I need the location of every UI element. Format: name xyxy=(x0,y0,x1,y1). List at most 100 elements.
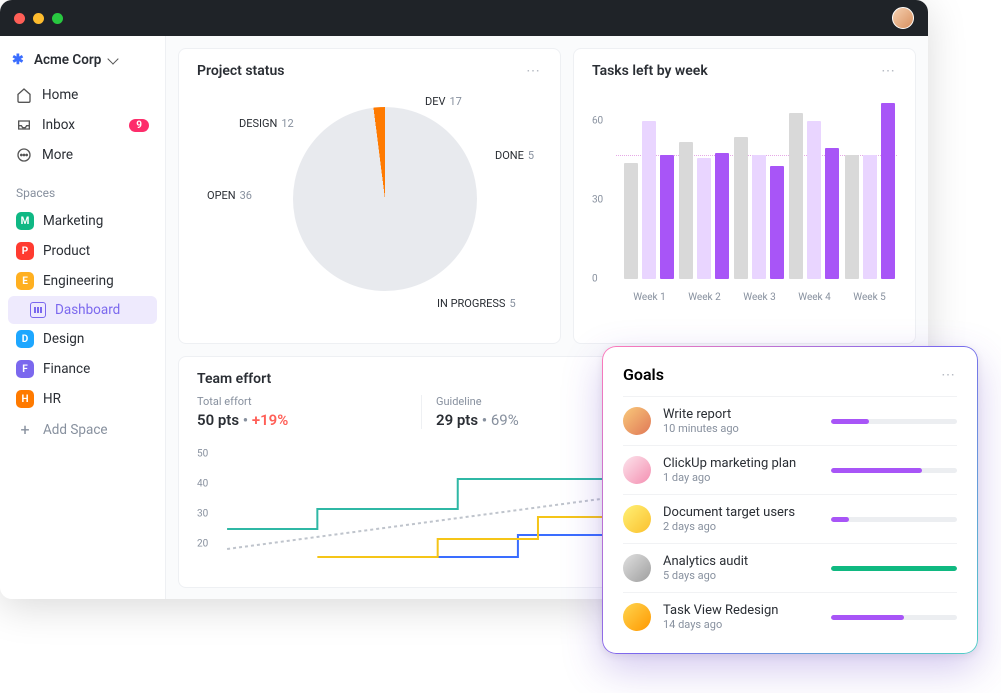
add-space-button[interactable]: + Add Space xyxy=(8,414,157,445)
close-window-icon[interactable] xyxy=(14,13,25,24)
x-tick-label: Week 4 xyxy=(787,292,842,303)
space-label: Marketing xyxy=(43,213,103,229)
space-icon: P xyxy=(16,242,34,260)
sidebar-item-design[interactable]: D Design xyxy=(8,324,157,354)
nav-more-label: More xyxy=(42,147,73,163)
bar xyxy=(863,155,877,279)
goal-avatar xyxy=(623,603,651,631)
bar xyxy=(807,121,821,279)
tasks-left-card: Tasks left by week ⋯ 03060 Week 1Week 2W… xyxy=(573,48,916,344)
goal-name: Task View Redesign xyxy=(663,603,819,618)
card-menu-button[interactable]: ⋯ xyxy=(526,63,542,79)
y-tick-label: 0 xyxy=(592,274,598,285)
bar-group xyxy=(787,95,842,279)
goal-progress xyxy=(831,615,957,620)
goal-progress xyxy=(831,468,957,473)
goal-progress xyxy=(831,419,957,424)
space-label: Engineering xyxy=(43,273,114,289)
bar-group xyxy=(842,95,897,279)
space-icon: M xyxy=(16,212,34,230)
sidebar-item-marketing[interactable]: M Marketing xyxy=(8,206,157,236)
y-tick-label: 20 xyxy=(197,539,208,550)
pie-label: OPEN36 xyxy=(207,189,252,202)
nav-home-label: Home xyxy=(42,87,78,103)
card-menu-button[interactable]: ⋯ xyxy=(941,367,957,383)
space-icon: F xyxy=(16,360,34,378)
space-label: Design xyxy=(43,331,84,347)
more-icon xyxy=(16,147,32,163)
y-tick-label: 30 xyxy=(592,195,603,206)
sidebar-item-dashboard[interactable]: Dashboard xyxy=(8,296,157,324)
x-tick-label: Week 5 xyxy=(842,292,897,303)
goal-avatar xyxy=(623,505,651,533)
y-tick-label: 50 xyxy=(197,449,208,460)
space-label: Finance xyxy=(43,361,90,377)
bar xyxy=(715,153,729,279)
minimize-window-icon[interactable] xyxy=(33,13,44,24)
goal-progress xyxy=(831,566,957,571)
nav-more[interactable]: More xyxy=(8,140,157,170)
bar xyxy=(845,155,859,279)
bar xyxy=(679,142,693,279)
nav-inbox[interactable]: Inbox 9 xyxy=(8,110,157,140)
goal-time: 2 days ago xyxy=(663,520,819,533)
bar-chart: 0 30 60 Week 1Week 2Week 3Week 4Week 5 xyxy=(592,89,897,309)
x-tick-label: Week 2 xyxy=(677,292,732,303)
chevron-down-icon xyxy=(108,53,119,64)
goal-avatar xyxy=(623,554,651,582)
goal-avatar xyxy=(623,407,651,435)
goal-avatar xyxy=(623,456,651,484)
space-icon: E xyxy=(16,272,34,290)
bar xyxy=(770,166,784,279)
maximize-window-icon[interactable] xyxy=(52,13,63,24)
bar-group xyxy=(677,95,732,279)
bar-group xyxy=(732,95,787,279)
org-name: Acme Corp xyxy=(34,52,101,68)
x-tick-label: Week 3 xyxy=(732,292,787,303)
pie-label: IN PROGRESS5 xyxy=(437,297,516,310)
pie-chart: OPEN36DESIGN12DEV17DONE5IN PROGRESS5 xyxy=(197,87,542,317)
goal-row[interactable]: Write report 10 minutes ago xyxy=(623,396,957,445)
bar xyxy=(789,113,803,279)
goal-row[interactable]: Document target users 2 days ago xyxy=(623,494,957,543)
sidebar: Acme Corp Home Inbox 9 More Spaces M Mark… xyxy=(0,36,166,599)
inbox-badge: 9 xyxy=(129,119,149,132)
inbox-icon xyxy=(16,117,32,133)
metric-label: Total effort xyxy=(197,395,421,408)
bar xyxy=(624,163,638,279)
spaces-section-label: Spaces xyxy=(8,170,157,206)
sidebar-item-engineering[interactable]: E Engineering xyxy=(8,266,157,296)
goal-time: 5 days ago xyxy=(663,569,819,582)
org-logo-icon xyxy=(12,52,28,68)
card-menu-button[interactable]: ⋯ xyxy=(881,63,897,79)
nav-inbox-label: Inbox xyxy=(42,117,75,133)
space-icon: H xyxy=(16,390,34,408)
nav-home[interactable]: Home xyxy=(8,80,157,110)
space-icon: D xyxy=(16,330,34,348)
pie-label: DEV17 xyxy=(425,95,462,108)
goal-name: Document target users xyxy=(663,505,819,520)
bar xyxy=(734,137,748,279)
goals-title: Goals xyxy=(623,365,664,384)
bar xyxy=(642,121,656,279)
goal-name: Analytics audit xyxy=(663,554,819,569)
goal-name: Write report xyxy=(663,407,819,422)
project-status-card: Project status ⋯ OPEN36DESIGN12DEV17DONE… xyxy=(178,48,561,344)
team-effort-title: Team effort xyxy=(197,371,271,387)
sidebar-item-finance[interactable]: F Finance xyxy=(8,354,157,384)
goal-progress xyxy=(831,517,957,522)
y-tick-label: 60 xyxy=(592,116,603,127)
sidebar-item-hr[interactable]: H HR xyxy=(8,384,157,414)
bar xyxy=(752,155,766,279)
sidebar-item-product[interactable]: PProduct xyxy=(8,236,157,266)
org-switcher[interactable]: Acme Corp xyxy=(8,46,157,80)
goal-row[interactable]: ClickUp marketing plan 1 day ago xyxy=(623,445,957,494)
x-tick-label: Week 1 xyxy=(622,292,677,303)
y-tick-label: 40 xyxy=(197,479,208,490)
goal-row[interactable]: Analytics audit 5 days ago xyxy=(623,543,957,592)
goal-time: 14 days ago xyxy=(663,618,819,631)
goal-row[interactable]: Task View Redesign 14 days ago xyxy=(623,592,957,641)
tasks-left-title: Tasks left by week xyxy=(592,63,708,79)
user-avatar[interactable] xyxy=(892,7,914,29)
space-label: HR xyxy=(43,391,61,407)
